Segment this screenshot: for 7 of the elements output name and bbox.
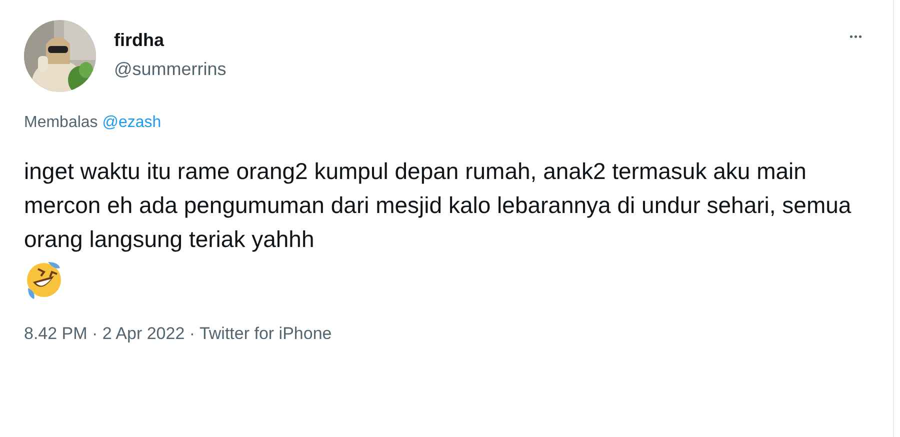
author-name[interactable]: firdha — [114, 30, 226, 51]
reply-context: Membalas @ezash — [24, 114, 162, 132]
laughing-emoji-icon — [24, 260, 64, 300]
author-handle[interactable]: @summerrins — [114, 59, 226, 80]
more-button[interactable]: ••• — [843, 28, 869, 47]
tweet-text: inget waktu itu rame orang2 kumpul depan rumah, anak2 termasuk aku main mercon eh ada pengumuman dari mesjid kalo lebarannya di undur sehari, semua orang langsung teriak yahhh — [24, 157, 852, 254]
tweet-timestamp[interactable]: 8.42 PM · 2 Apr 2022 · Twitter for iPhone — [24, 324, 869, 344]
